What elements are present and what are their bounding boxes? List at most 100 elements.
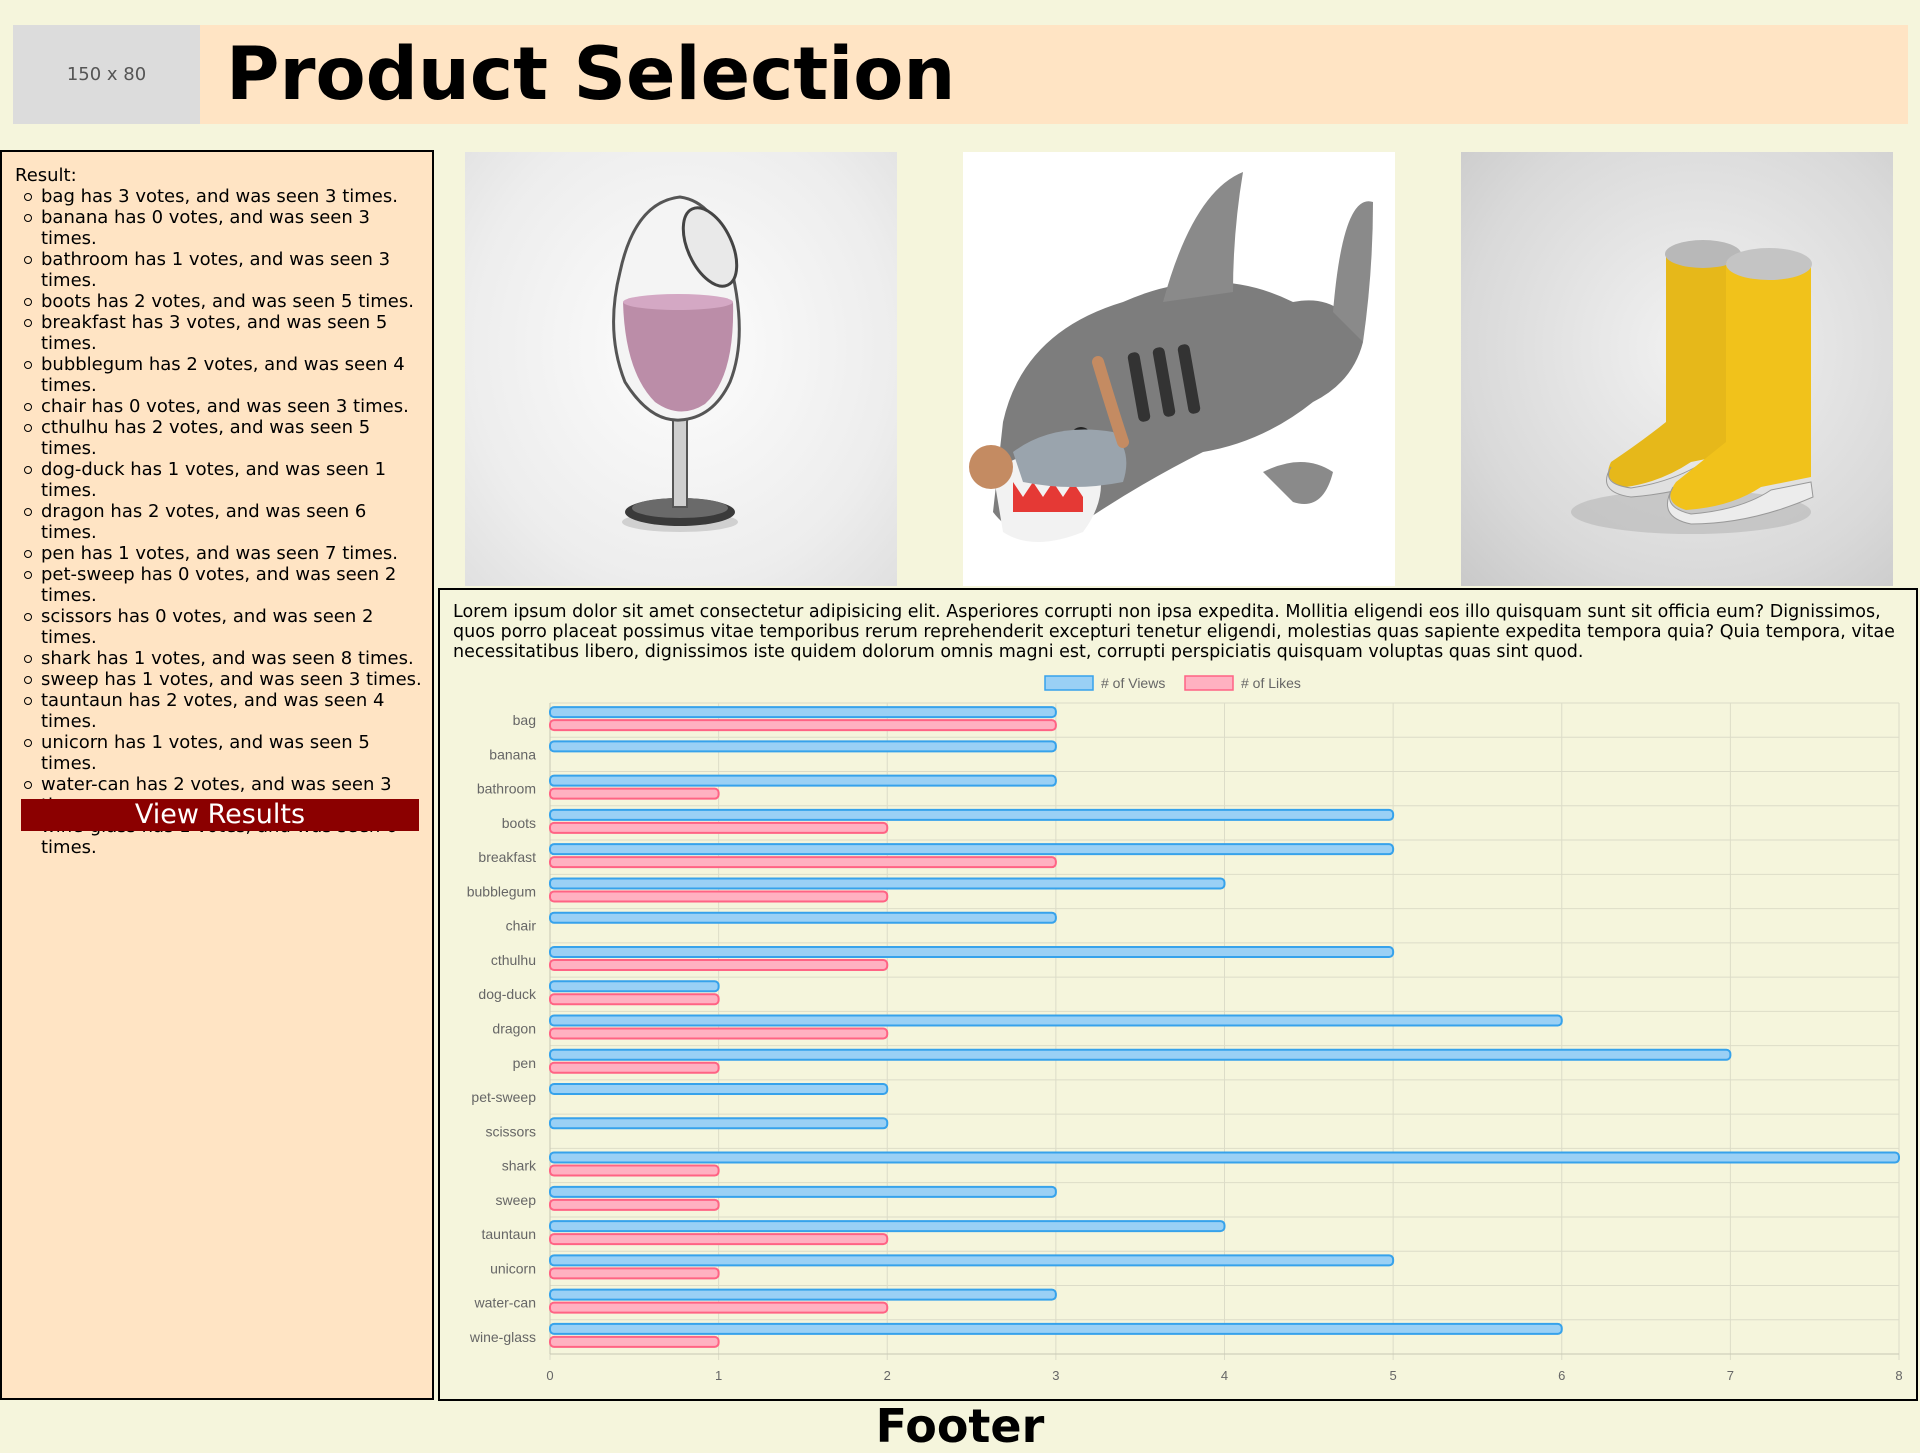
chart-bar-views: [549, 945, 1395, 958]
result-item: banana has 0 votes, and was seen 3 times…: [15, 207, 425, 249]
main-content: Lorem ipsum dolor sit amet consectetur a…: [438, 588, 1918, 1401]
result-item: scissors has 0 votes, and was seen 2 tim…: [15, 606, 425, 648]
chart-category-label: wine-glass: [469, 1329, 536, 1345]
chart-bar-views: [549, 1322, 1563, 1335]
chart-bar-likes: [549, 958, 889, 971]
wine-glass-illustration: [612, 195, 741, 532]
chart-x-tick-label: 2: [884, 1368, 891, 1383]
chart-bar-views: [549, 1185, 1057, 1198]
chart-bar-likes: [549, 993, 720, 1006]
chart-bar-views: [549, 1254, 1395, 1267]
product-image-wine-glass[interactable]: [465, 152, 897, 586]
chart-bar-likes: [549, 1233, 889, 1246]
chart-bar-views: [549, 1220, 1226, 1233]
product-image-shark[interactable]: [963, 152, 1395, 586]
result-item: bag has 3 votes, and was seen 3 times.: [15, 186, 425, 207]
product-image-boots[interactable]: [1461, 152, 1893, 586]
chart-category-label: tauntaun: [482, 1226, 537, 1242]
chart-bar-likes: [549, 1301, 889, 1314]
chart-bar-views: [549, 980, 720, 993]
chart-category-label: bathroom: [477, 781, 536, 797]
chart-bar-likes: [549, 1267, 720, 1280]
chart-category-label: breakfast: [478, 849, 536, 865]
chart-legend-swatch: [1044, 675, 1094, 691]
chart-bar-views: [549, 1288, 1057, 1301]
result-heading: Result:: [15, 165, 77, 186]
chart-category-label: bag: [513, 712, 536, 728]
chart-bar-likes: [549, 1027, 889, 1040]
logo-placeholder: 150 x 80: [13, 25, 200, 124]
shark-sleeping-bag-illustration: [969, 172, 1373, 542]
chart-x-tick-label: 4: [1221, 1368, 1228, 1383]
chart-bar-likes: [549, 821, 889, 834]
chart-category-label: pet-sweep: [471, 1089, 536, 1105]
result-item: shark has 1 votes, and was seen 8 times.: [15, 648, 425, 669]
chart-x-tick-label: 8: [1895, 1368, 1902, 1383]
chart-bar-views: [549, 808, 1395, 821]
chart-legend-label: # of Views: [1101, 675, 1165, 691]
chart-category-label: pen: [513, 1055, 536, 1071]
chart-bar-views: [549, 706, 1057, 719]
chart-legend-swatch: [1184, 675, 1234, 691]
chart-bar-likes: [549, 787, 720, 800]
chart-category-label: chair: [506, 918, 537, 934]
chart-bar-likes: [549, 890, 889, 903]
chart-bar-likes: [549, 1164, 720, 1177]
chart-legend-label: # of Likes: [1241, 675, 1301, 691]
result-item: breakfast has 3 votes, and was seen 5 ti…: [15, 312, 425, 354]
chart-bar-views: [549, 1117, 889, 1130]
result-item: dragon has 2 votes, and was seen 6 times…: [15, 501, 425, 543]
chart-category-label: water-can: [474, 1295, 536, 1311]
result-item: bathroom has 1 votes, and was seen 3 tim…: [15, 249, 425, 291]
chart-bar-views: [549, 1151, 1900, 1164]
page-header: 150 x 80 Product Selection: [13, 25, 1908, 124]
result-item: chair has 0 votes, and was seen 3 times.: [15, 396, 425, 417]
chart-category-label: cthulhu: [491, 952, 536, 968]
results-list: bag has 3 votes, and was seen 3 times. ba…: [15, 186, 425, 858]
chart-bar-likes: [549, 856, 1057, 869]
result-item: cthulhu has 2 votes, and was seen 5 time…: [15, 417, 425, 459]
result-item: sweep has 1 votes, and was seen 3 times.: [15, 669, 425, 690]
page-title: Product Selection: [226, 32, 956, 117]
result-item: bubblegum has 2 votes, and was seen 4 ti…: [15, 354, 425, 396]
chart-category-label: boots: [502, 815, 536, 831]
chart-bar-views: [549, 911, 1057, 924]
chart-category-label: banana: [489, 746, 536, 762]
chart-category-label: dragon: [492, 1021, 536, 1037]
chart-bar-views: [549, 740, 1057, 753]
chart-category-label: dog-duck: [478, 986, 537, 1002]
chart-category-label: scissors: [485, 1123, 536, 1139]
chart-bar-likes: [549, 719, 1057, 732]
chart-bar-likes: [549, 1335, 720, 1348]
chart-x-tick-label: 1: [715, 1368, 722, 1383]
logo-placeholder-text: 150 x 80: [66, 64, 147, 85]
view-results-button[interactable]: View Results: [21, 799, 419, 831]
chart-category-label: sweep: [496, 1192, 537, 1208]
views-likes-bar-chart: 0 1 2 3 4 5 6 7 8 bag banana bathroom boots breakfast…: [467, 675, 1903, 1383]
result-item: dog-duck has 1 votes, and was seen 1 tim…: [15, 459, 425, 501]
chart-bar-views: [549, 843, 1395, 856]
result-item: boots has 2 votes, and was seen 5 times.: [15, 291, 425, 312]
chart-bar-views: [549, 1083, 889, 1096]
chart-x-tick-label: 6: [1558, 1368, 1565, 1383]
result-item: unicorn has 1 votes, and was seen 5 time…: [15, 732, 425, 774]
result-item: pen has 1 votes, and was seen 7 times.: [15, 543, 425, 564]
chart-x-tick-label: 0: [546, 1368, 553, 1383]
result-item: pet-sweep has 0 votes, and was seen 2 ti…: [15, 564, 425, 606]
chart-bar-likes: [549, 1061, 720, 1074]
boots-illustration: [1571, 240, 1814, 534]
chart-bar-views: [549, 1048, 1732, 1061]
chart-category-label: bubblegum: [467, 883, 536, 899]
chart-x-tick-label: 7: [1727, 1368, 1734, 1383]
chart-category-label: unicorn: [490, 1260, 536, 1276]
results-sidebar: Result: bag has 3 votes, and was seen 3 …: [0, 150, 434, 1400]
chart-bar-likes: [549, 1198, 720, 1211]
chart-x-tick-label: 3: [1052, 1368, 1059, 1383]
chart-bar-views: [549, 1014, 1563, 1027]
chart-bar-views: [549, 877, 1226, 890]
chart-category-label: shark: [502, 1158, 537, 1174]
chart-bar-views: [549, 774, 1057, 787]
chart-x-tick-label: 5: [1390, 1368, 1397, 1383]
page-footer: Footer: [875, 1399, 1045, 1453]
result-item: tauntaun has 2 votes, and was seen 4 tim…: [15, 690, 425, 732]
